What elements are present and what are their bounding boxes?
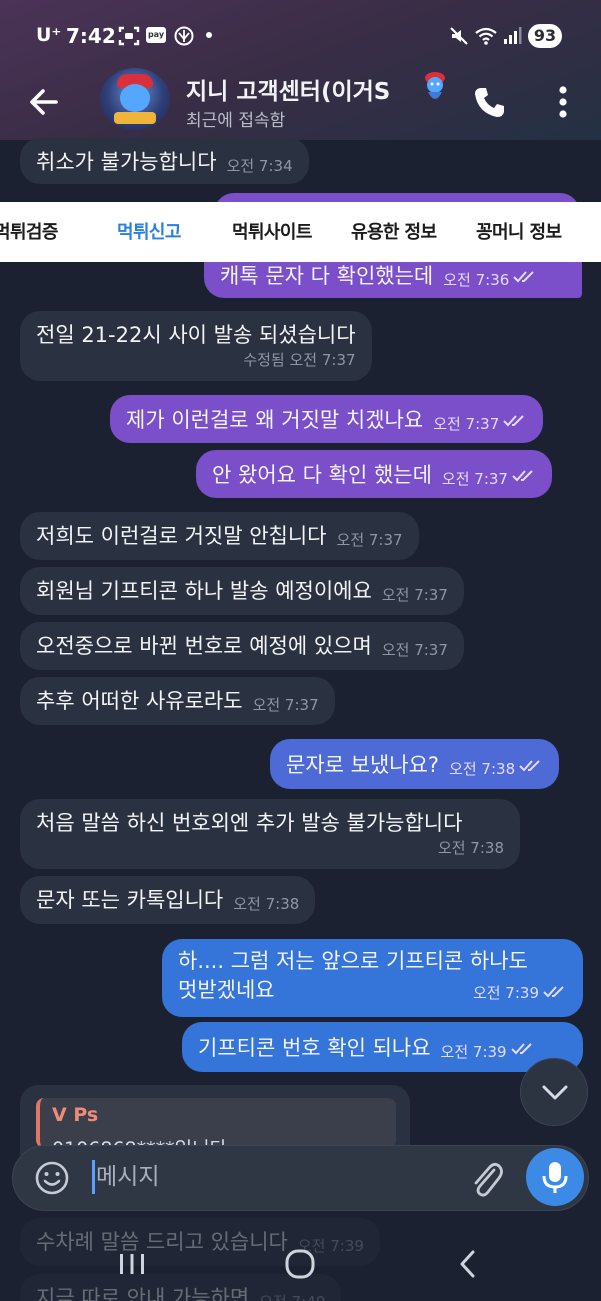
signal-icon bbox=[504, 27, 522, 44]
message-meta: 오전 7:39 bbox=[473, 979, 567, 1008]
message-meta: 수정됨 오전 7:37 bbox=[36, 350, 356, 370]
mic-button[interactable] bbox=[526, 1148, 584, 1206]
message-time: 오전 7:39 bbox=[472, 984, 539, 1002]
avatar-face bbox=[120, 84, 150, 112]
app-notification-icon bbox=[174, 26, 194, 46]
double-check-icon bbox=[512, 470, 533, 482]
wifi-icon bbox=[475, 27, 497, 45]
message-text: 추후 어떠한 사유로라도 bbox=[36, 689, 243, 713]
notification-dot-icon bbox=[206, 32, 212, 38]
tab-scam-check[interactable]: 먹튀검증 bbox=[0, 218, 58, 244]
avatar-banner bbox=[114, 112, 156, 124]
message-time: 오전 7:37 bbox=[252, 696, 319, 714]
double-check-icon bbox=[543, 986, 564, 998]
last-seen-status: 최근에 접속함 bbox=[186, 111, 286, 131]
message-text: 문자 또는 카톡입니다 bbox=[36, 888, 224, 912]
message-time: 오전 7:37 bbox=[381, 586, 448, 604]
message-time: 오전 7:39 bbox=[440, 1043, 507, 1061]
back-nav-icon[interactable] bbox=[448, 1246, 488, 1282]
message-text: 저희도 이런걸로 거짓말 안칩니다 bbox=[36, 524, 327, 548]
message-incoming[interactable]: 저희도 이런걸로 거짓말 안칩니다 오전 7:37 bbox=[20, 512, 419, 560]
message-text: 캐톡 문자 다 확인했는데 bbox=[220, 264, 434, 288]
tab-free-money-info[interactable]: 꽁머니 정보 bbox=[476, 218, 562, 244]
message-outgoing[interactable]: 문자로 보냈나요? 오전 7:38 bbox=[270, 739, 560, 789]
message-incoming[interactable]: 회원님 기프티콘 하나 발송 예정이에요 오전 7:37 bbox=[20, 567, 464, 615]
attach-icon[interactable] bbox=[466, 1156, 506, 1200]
message-text: 오전중으로 바뀐 번호로 예정에 있으며 bbox=[36, 634, 372, 658]
message-incoming[interactable]: 취소가 불가능합니다 오전 7:34 bbox=[20, 138, 309, 184]
double-check-icon bbox=[510, 1043, 532, 1055]
message-incoming[interactable]: 문자 또는 카톡입니다 오전 7:38 bbox=[20, 876, 316, 924]
message-incoming[interactable]: 오전중으로 바뀐 번호로 예정에 있으며 오전 7:37 bbox=[20, 622, 464, 670]
reply-author: V Ps bbox=[52, 1104, 99, 1126]
chat-header bbox=[0, 0, 601, 140]
mute-icon bbox=[450, 27, 468, 45]
double-check-icon bbox=[513, 271, 535, 283]
genie-icon bbox=[425, 72, 445, 99]
back-arrow-icon[interactable] bbox=[24, 82, 64, 122]
message-time: 오전 7:37 bbox=[441, 470, 508, 488]
message-text: 회원님 기프티콘 하나 발송 예정이에요 bbox=[36, 579, 372, 603]
tab-scam-report[interactable]: 먹튀신고 bbox=[117, 218, 181, 244]
home-icon[interactable] bbox=[280, 1246, 320, 1282]
double-check-icon bbox=[519, 760, 540, 772]
message-time: 오전 7:37 bbox=[381, 641, 448, 659]
message-time: 오전 7:38 bbox=[437, 839, 504, 857]
message-time: 오전 7:34 bbox=[226, 157, 293, 175]
text-cursor bbox=[92, 1160, 95, 1194]
carrier-label: U⁺ bbox=[36, 24, 62, 46]
message-incoming[interactable]: 처음 말씀 하신 번호외엔 추가 발송 불가능합니다 오전 7:38 bbox=[20, 799, 520, 869]
phone-icon[interactable] bbox=[470, 82, 510, 122]
scroll-to-bottom-button[interactable] bbox=[520, 1058, 588, 1126]
status-clock: 7:42 bbox=[66, 24, 116, 48]
message-text: 기프티콘 번호 확인 되나요 bbox=[198, 1036, 431, 1060]
message-text-line1: 하.... 그럼 저는 앞으로 기프티콘 하나도 bbox=[178, 949, 528, 973]
message-time: 오전 7:37 bbox=[289, 351, 356, 369]
screenshot-icon bbox=[118, 26, 140, 46]
message-outgoing[interactable]: 하.... 그럼 저는 앞으로 기프티콘 하나도 멋받겠네요 오전 7:39 bbox=[162, 939, 583, 1017]
chat-title[interactable]: 지니 고객센터(이거S bbox=[186, 72, 438, 106]
message-text: 제가 이런걸로 왜 거짓말 치겠나요 bbox=[126, 408, 424, 432]
message-time: 오전 7:38 bbox=[233, 895, 300, 913]
emoji-icon[interactable] bbox=[32, 1158, 72, 1198]
chevron-down-icon bbox=[542, 1085, 568, 1100]
avatar[interactable] bbox=[100, 68, 170, 130]
message-text: 취소가 불가능합니다 bbox=[36, 150, 217, 174]
message-text: 문자로 보냈나요? bbox=[286, 753, 440, 777]
double-check-icon bbox=[503, 415, 524, 427]
battery-level: 93 bbox=[528, 24, 562, 48]
message-outgoing[interactable]: 제가 이런걸로 왜 거짓말 치겠나요 오전 7:37 bbox=[110, 395, 544, 443]
message-text: 처음 말씀 하신 번호외엔 추가 발송 불가능합니다 bbox=[36, 811, 463, 835]
message-outgoing[interactable]: 안 왔어요 다 확인 했는데 오전 7:37 bbox=[196, 450, 552, 498]
message-incoming[interactable]: 전일 21-22시 사이 발송 되셨습니다 수정됨 오전 7:37 bbox=[20, 311, 372, 381]
message-time: 오전 7:38 bbox=[449, 760, 516, 778]
more-vert-icon[interactable] bbox=[548, 84, 578, 120]
message-text: 안 왔어요 다 확인 했는데 bbox=[212, 463, 432, 487]
pay-icon: pay bbox=[146, 27, 166, 43]
edited-label: 수정됨 bbox=[243, 351, 285, 369]
tab-scam-sites[interactable]: 먹튀사이트 bbox=[232, 218, 312, 244]
message-text: 전일 21-22시 사이 발송 되셨습니다 bbox=[36, 323, 356, 347]
message-text-line2: 멋받겠네요 bbox=[178, 978, 275, 1002]
mic-icon bbox=[542, 1162, 568, 1193]
message-time: 오전 7:37 bbox=[433, 415, 500, 433]
message-time: 오전 7:37 bbox=[336, 531, 403, 549]
recent-apps-icon[interactable] bbox=[112, 1246, 152, 1282]
tab-useful-info[interactable]: 유용한 정보 bbox=[351, 218, 437, 244]
message-input[interactable] bbox=[96, 1158, 436, 1196]
message-incoming[interactable]: 추후 어떠한 사유로라도 오전 7:37 bbox=[20, 677, 335, 725]
message-time: 오전 7:36 bbox=[443, 271, 510, 289]
